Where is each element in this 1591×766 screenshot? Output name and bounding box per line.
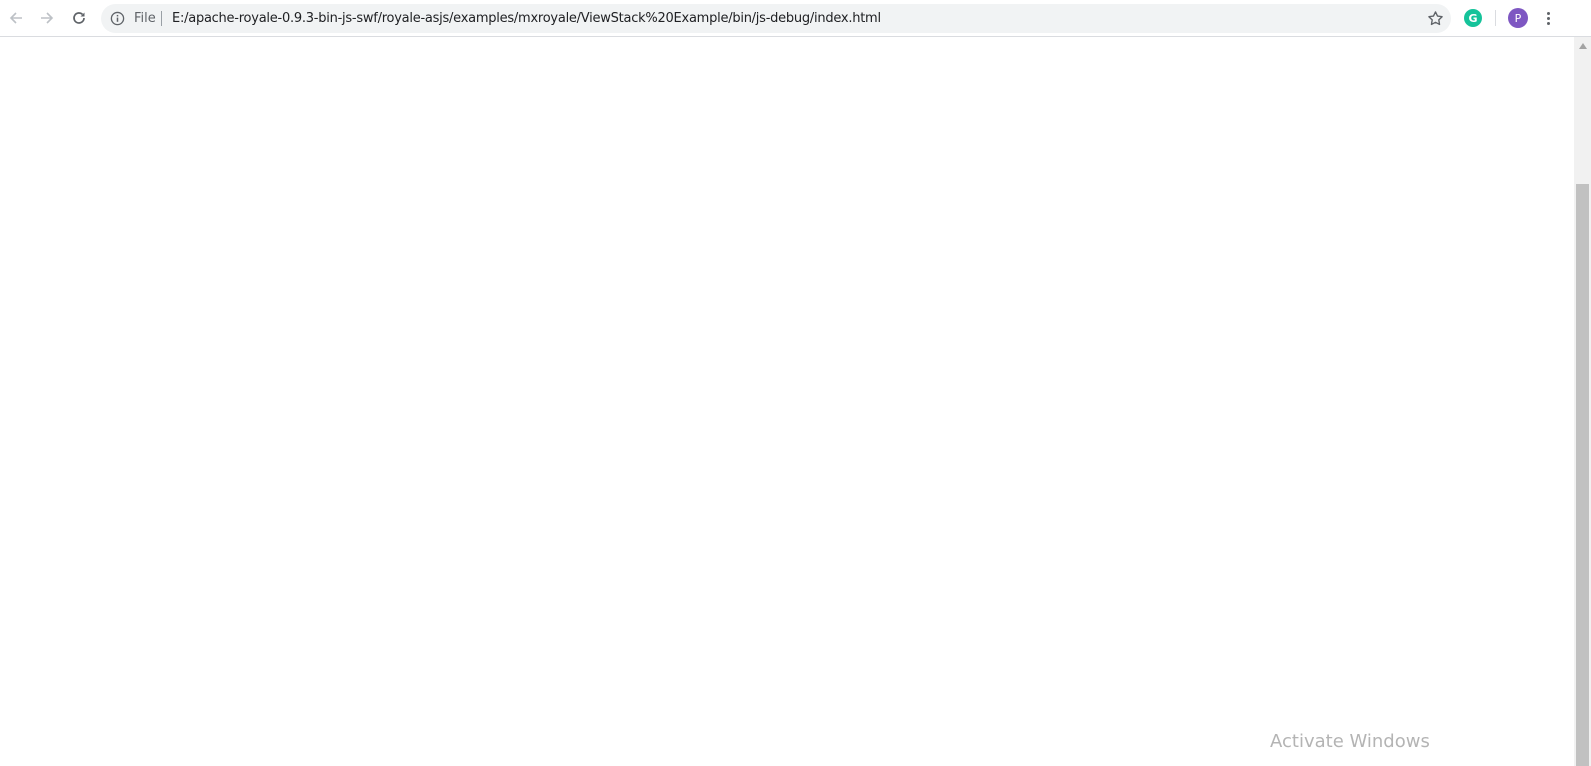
menu-dot — [1546, 11, 1550, 15]
scheme-label: File — [134, 11, 156, 26]
star-icon[interactable] — [1427, 10, 1444, 27]
profile-avatar[interactable]: P — [1508, 8, 1528, 28]
toolbar-divider — [1495, 10, 1496, 26]
address-bar[interactable]: File E:/apache-royale-0.9.3-bin-js-swf/r… — [101, 4, 1451, 33]
page-content — [0, 37, 1574, 766]
back-button[interactable] — [4, 6, 28, 30]
back-arrow-icon — [9, 12, 22, 24]
profile-initial: P — [1514, 11, 1522, 25]
forward-button[interactable] — [35, 6, 59, 30]
info-icon[interactable] — [110, 11, 125, 26]
scroll-up-button[interactable] — [1574, 37, 1591, 54]
activate-windows-watermark: Activate Windows — [1270, 731, 1430, 752]
url-text[interactable]: E:/apache-royale-0.9.3-bin-js-swf/royale… — [172, 11, 881, 26]
reload-button[interactable] — [67, 6, 91, 30]
reload-icon — [73, 12, 85, 24]
scrollbar-thumb[interactable] — [1576, 184, 1589, 766]
browser-toolbar: File E:/apache-royale-0.9.3-bin-js-swf/r… — [0, 0, 1591, 37]
menu-dot — [1546, 21, 1550, 25]
scroll-up-arrow-icon — [1578, 42, 1587, 49]
scheme-divider — [161, 11, 162, 26]
kebab-menu-icon[interactable] — [1540, 8, 1556, 28]
vertical-scrollbar[interactable] — [1574, 37, 1591, 766]
grammarly-icon: G — [1468, 11, 1478, 25]
grammarly-extension-button[interactable]: G — [1464, 9, 1482, 27]
menu-dot — [1546, 16, 1550, 20]
forward-arrow-icon — [41, 12, 54, 24]
